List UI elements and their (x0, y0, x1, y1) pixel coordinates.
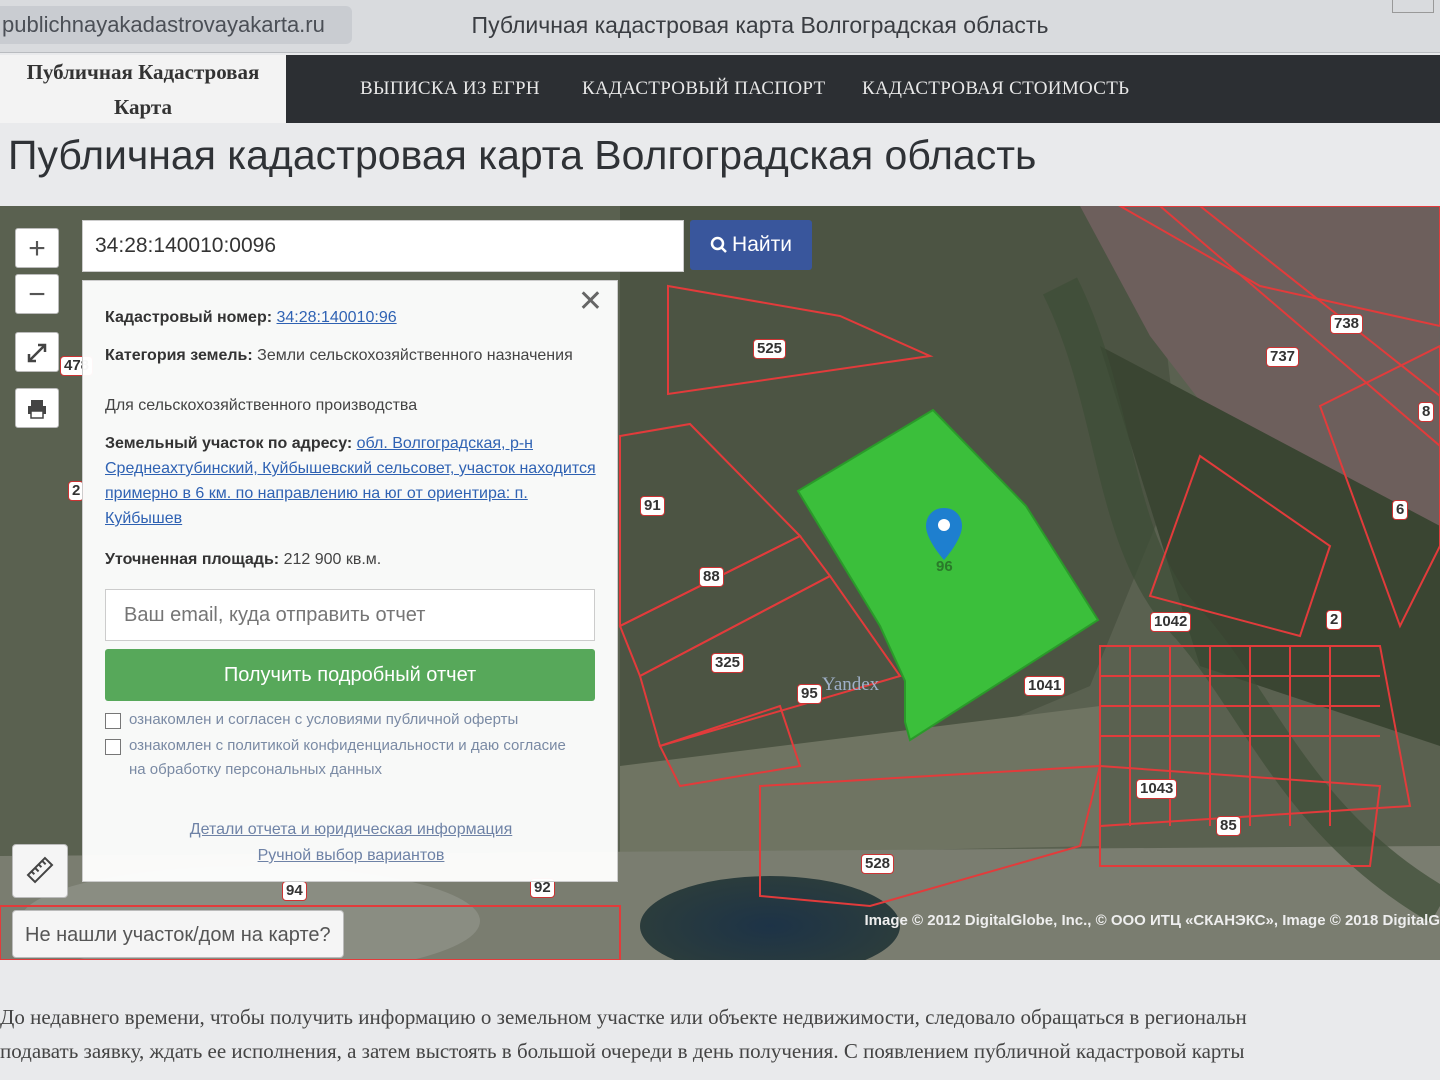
parcel-label[interactable]: 325 (711, 653, 745, 673)
map-attribution: Image © 2012 DigitalGlobe, Inc., © ООО И… (864, 912, 1440, 929)
parcel-label[interactable]: 88 (699, 567, 724, 587)
land-category-label: Категория земель: (105, 347, 253, 364)
article-text: До недавнего времени, чтобы получить инф… (0, 1000, 1440, 1068)
article-line: До недавнего времени, чтобы получить инф… (0, 1005, 1247, 1029)
parcel-label[interactable]: 8 (1418, 402, 1435, 422)
privacy-checkbox[interactable] (105, 739, 121, 755)
window-title: Публичная кадастровая карта Волгоградска… (471, 12, 1049, 38)
privacy-checkbox-label: ознакомлен с политикой конфиденциальност… (129, 737, 566, 778)
selected-parcel-label: 96 (936, 558, 953, 575)
cadastral-number-link[interactable]: 34:28:140010:96 (277, 309, 397, 326)
search-icon (710, 236, 727, 253)
land-category-row: Категория земель: Земли сельскохозяйстве… (105, 343, 599, 368)
browser-tab-bar: publichnayakadastrovayakarta.ru Публична… (0, 0, 1440, 53)
address-label: Земельный участок по адресу: (105, 435, 353, 452)
zoom-in-button[interactable]: + (15, 228, 59, 268)
parcel-label[interactable]: 738 (1330, 314, 1364, 334)
parcel-label[interactable]: 1043 (1136, 779, 1178, 799)
cadastral-map[interactable]: 525 738 737 8 6 91 88 325 95 1042 2 1041… (0, 206, 1440, 960)
parcel-label[interactable]: 1041 (1024, 676, 1066, 696)
parcel-label[interactable]: 737 (1266, 347, 1300, 367)
parcel-label[interactable]: 85 (1216, 816, 1241, 836)
location-pin-icon[interactable]: 96 (924, 506, 964, 575)
area-row: Уточненная площадь: 212 900 кв.м. (105, 547, 599, 572)
find-button-label: Найти (732, 233, 792, 256)
offer-checkbox-label: ознакомлен и согласен с условиями публич… (129, 711, 519, 728)
get-report-button[interactable]: Получить подробный отчет (105, 649, 595, 701)
parcel-label[interactable]: 2 (1326, 610, 1343, 630)
print-button[interactable] (15, 388, 59, 428)
ruler-icon (26, 856, 54, 884)
land-category-value: Земли сельскохозяйственного назначения (257, 347, 573, 364)
offer-checkbox[interactable] (105, 713, 121, 729)
report-details-link[interactable]: Детали отчета и юридическая информация (83, 821, 619, 839)
nav-item-passport[interactable]: КАДАСТРОВЫЙ ПАСПОРТ (582, 55, 825, 123)
site-logo[interactable]: Публичная Кадастровая Карта (0, 55, 286, 123)
article-line: подавать заявку, ждать ее исполнения, а … (0, 1039, 1245, 1063)
parcel-label[interactable]: 1042 (1150, 612, 1192, 632)
find-button[interactable]: Найти (690, 220, 812, 270)
cadastral-search-input[interactable] (82, 220, 684, 272)
nav-item-value[interactable]: КАДАСТРОВАЯ СТОИМОСТЬ (862, 55, 1129, 123)
email-field[interactable] (105, 589, 595, 641)
not-found-button[interactable]: Не нашли участок/дом на карте? (12, 910, 344, 958)
printer-icon (28, 400, 46, 419)
parcel-label[interactable]: 94 (282, 881, 307, 901)
page-title: Публичная кадастровая карта Волгоградска… (8, 132, 1037, 178)
parcel-label[interactable]: 528 (861, 854, 895, 874)
parcel-label[interactable]: 6 (1392, 500, 1409, 520)
manual-choice-link[interactable]: Ручной выбор вариантов (83, 847, 619, 865)
area-value: 212 900 кв.м. (283, 551, 382, 568)
parcel-info-popup: ✕ Кадастровый номер: 34:28:140010:96 Кат… (82, 280, 618, 882)
area-label: Уточненная площадь: (105, 551, 280, 568)
nav-item-egrn[interactable]: ВЫПИСКА ИЗ ЕГРН (360, 55, 540, 123)
main-nav: ВЫПИСКА ИЗ ЕГРН КАДАСТРОВЫЙ ПАСПОРТ КАДА… (286, 55, 1440, 123)
map-watermark: Yandex (822, 674, 880, 695)
land-usage: Для сельскохозяйственного производства (105, 397, 418, 414)
expand-icon (27, 343, 47, 363)
cadastral-number-label: Кадастровый номер: (105, 309, 273, 326)
parcel-label[interactable]: 91 (640, 496, 665, 516)
parcel-label[interactable]: 525 (753, 339, 787, 359)
zoom-out-button[interactable]: − (15, 274, 59, 314)
measure-button[interactable] (12, 844, 68, 898)
address-row: Земельный участок по адресу: обл. Волгог… (105, 431, 599, 531)
parcel-label[interactable]: 95 (797, 684, 822, 704)
address-tab[interactable]: publichnayakadastrovayakarta.ru (0, 6, 352, 44)
logo-text: Публичная Кадастровая Карта (26, 60, 260, 119)
cadastral-number-row: Кадастровый номер: 34:28:140010:96 (105, 305, 599, 330)
fullscreen-button[interactable] (15, 332, 59, 372)
window-control[interactable] (1392, 0, 1434, 13)
